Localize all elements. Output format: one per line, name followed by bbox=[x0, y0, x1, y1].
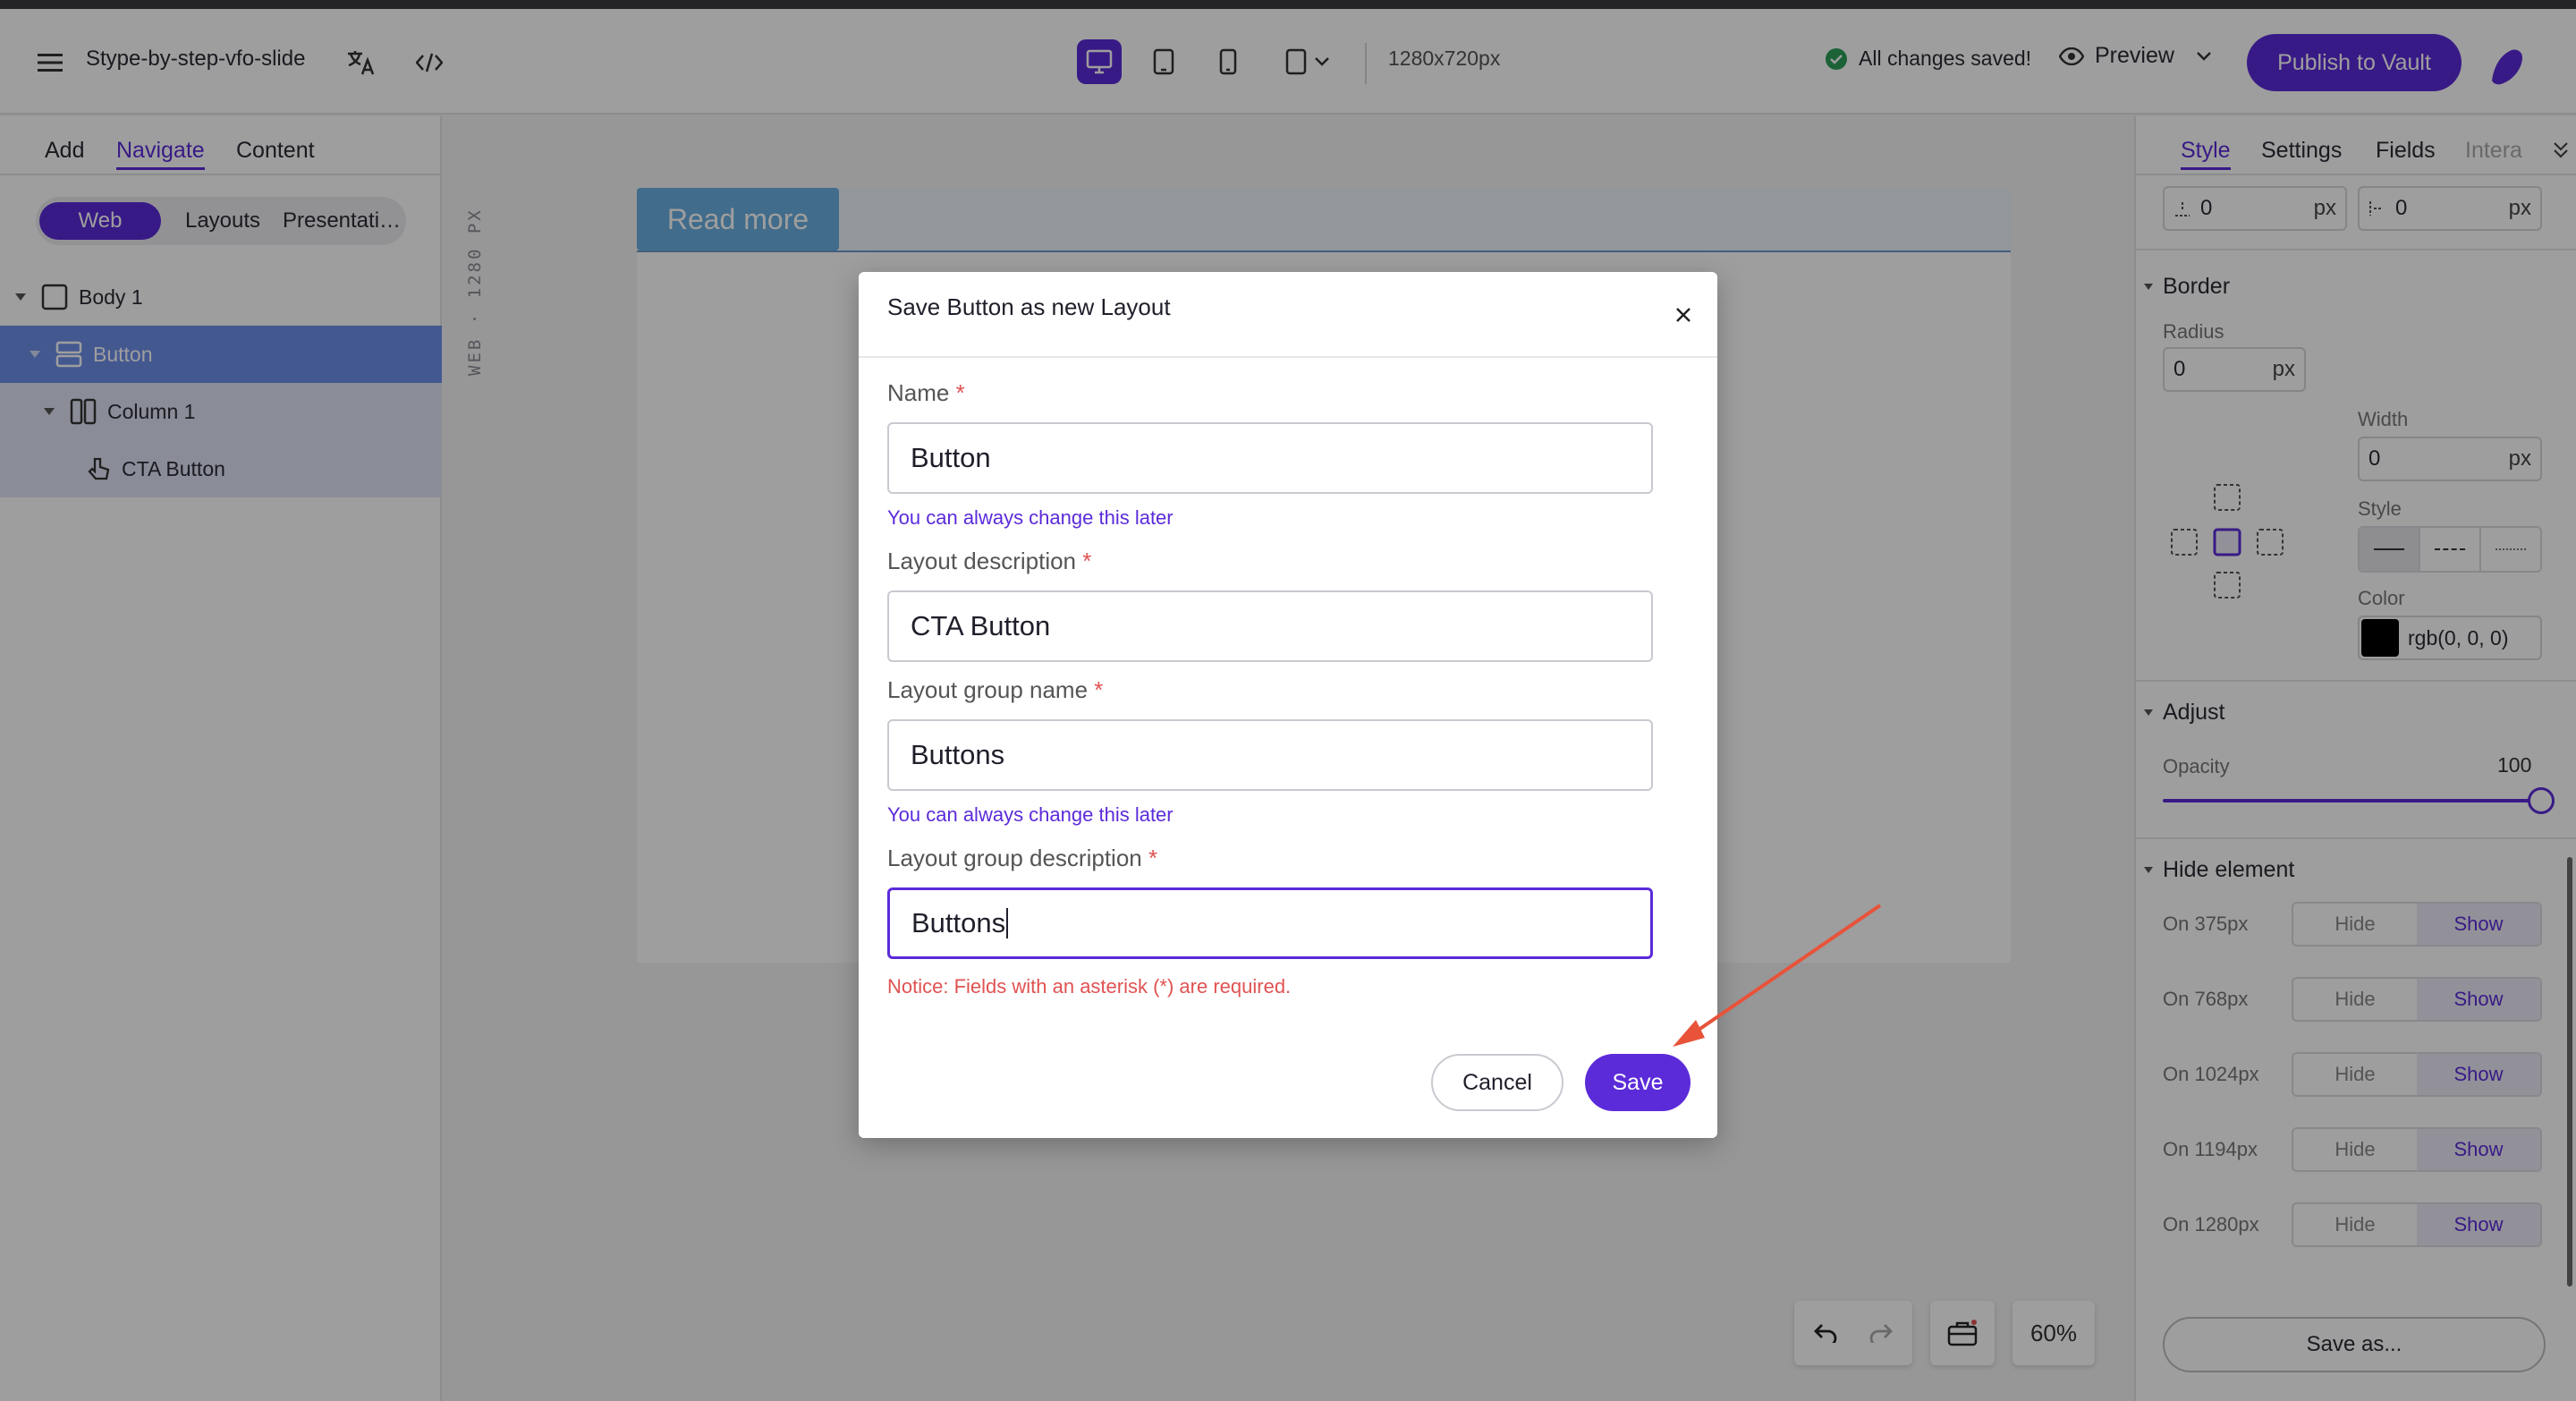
save-layout-dialog: Save Button as new Layout Name * Button … bbox=[859, 272, 1717, 1138]
layout-group-name-input[interactable]: Buttons bbox=[887, 719, 1653, 791]
layout-group-description-label: Layout group description * bbox=[887, 845, 1157, 872]
name-hint: You can always change this later bbox=[887, 506, 1174, 529]
required-notice: Notice: Fields with an asterisk (*) are … bbox=[887, 975, 1292, 998]
dialog-title: Save Button as new Layout bbox=[887, 293, 1171, 320]
layout-group-description-label-text: Layout group description bbox=[887, 845, 1142, 871]
close-button[interactable] bbox=[1667, 299, 1699, 331]
layout-description-input[interactable]: CTA Button bbox=[887, 590, 1653, 662]
name-label-text: Name bbox=[887, 379, 950, 406]
close-icon bbox=[1676, 308, 1690, 322]
required-mark: * bbox=[1148, 845, 1158, 871]
layout-description-label-text: Layout description bbox=[887, 548, 1077, 574]
layout-group-name-label: Layout group name * bbox=[887, 676, 1103, 704]
layout-group-name-label-text: Layout group name bbox=[887, 676, 1089, 703]
name-label: Name * bbox=[887, 379, 965, 407]
text-caret bbox=[1006, 908, 1009, 938]
required-mark: * bbox=[955, 379, 965, 406]
save-button[interactable]: Save bbox=[1585, 1054, 1690, 1111]
layout-group-name-value: Buttons bbox=[911, 739, 1005, 770]
required-mark: * bbox=[1094, 676, 1104, 703]
layout-group-description-value: Buttons bbox=[911, 907, 1006, 938]
dialog-header: Save Button as new Layout bbox=[859, 272, 1717, 358]
layout-group-description-input[interactable]: Buttons bbox=[887, 887, 1653, 959]
cancel-button[interactable]: Cancel bbox=[1431, 1054, 1563, 1111]
layout-description-value: CTA Button bbox=[911, 610, 1051, 641]
required-mark: * bbox=[1082, 548, 1092, 574]
group-name-hint: You can always change this later bbox=[887, 803, 1174, 826]
layout-description-label: Layout description * bbox=[887, 548, 1091, 575]
name-input-value: Button bbox=[911, 442, 991, 473]
name-input[interactable]: Button bbox=[887, 422, 1653, 494]
